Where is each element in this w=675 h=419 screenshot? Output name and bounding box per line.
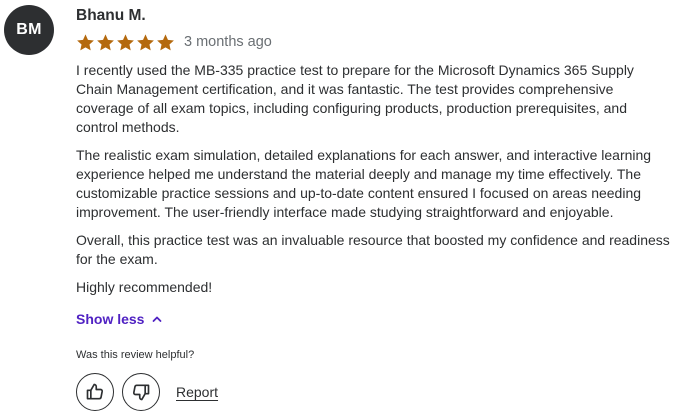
helpful-question: Was this review helpful? (76, 349, 195, 361)
rating-row: 3 months ago (76, 32, 272, 52)
report-link[interactable]: Report (176, 384, 218, 400)
show-less-button[interactable]: Show less (76, 311, 162, 327)
avatar: BM (4, 5, 54, 55)
review-paragraph: Highly recommended! (76, 279, 213, 295)
star-icon (117, 33, 134, 50)
review-paragraph: Overall, this practice test was an inval… (76, 232, 670, 267)
chevron-up-icon (153, 316, 162, 322)
star-icon (157, 33, 174, 50)
thumbs-down-icon (132, 384, 150, 401)
star-icon (77, 33, 94, 50)
thumbs-down-button[interactable] (122, 373, 160, 411)
review-paragraph: I recently used the MB-335 practice test… (76, 62, 634, 135)
star-icon (137, 33, 154, 50)
star-icon (97, 33, 114, 50)
review-date: 3 months ago (184, 34, 272, 50)
reviewer-name: Bhanu M. (76, 7, 146, 24)
thumbs-up-icon (86, 383, 104, 400)
avatar-initials: BM (16, 21, 42, 38)
review-paragraph: The realistic exam simulation, detailed … (76, 147, 652, 220)
thumbs-up-button[interactable] (76, 373, 114, 411)
star-rating (76, 33, 175, 52)
review-text: I recently used the MB-335 practice test… (76, 61, 672, 306)
feedback-actions: Report (76, 373, 218, 411)
show-less-label: Show less (76, 311, 145, 327)
